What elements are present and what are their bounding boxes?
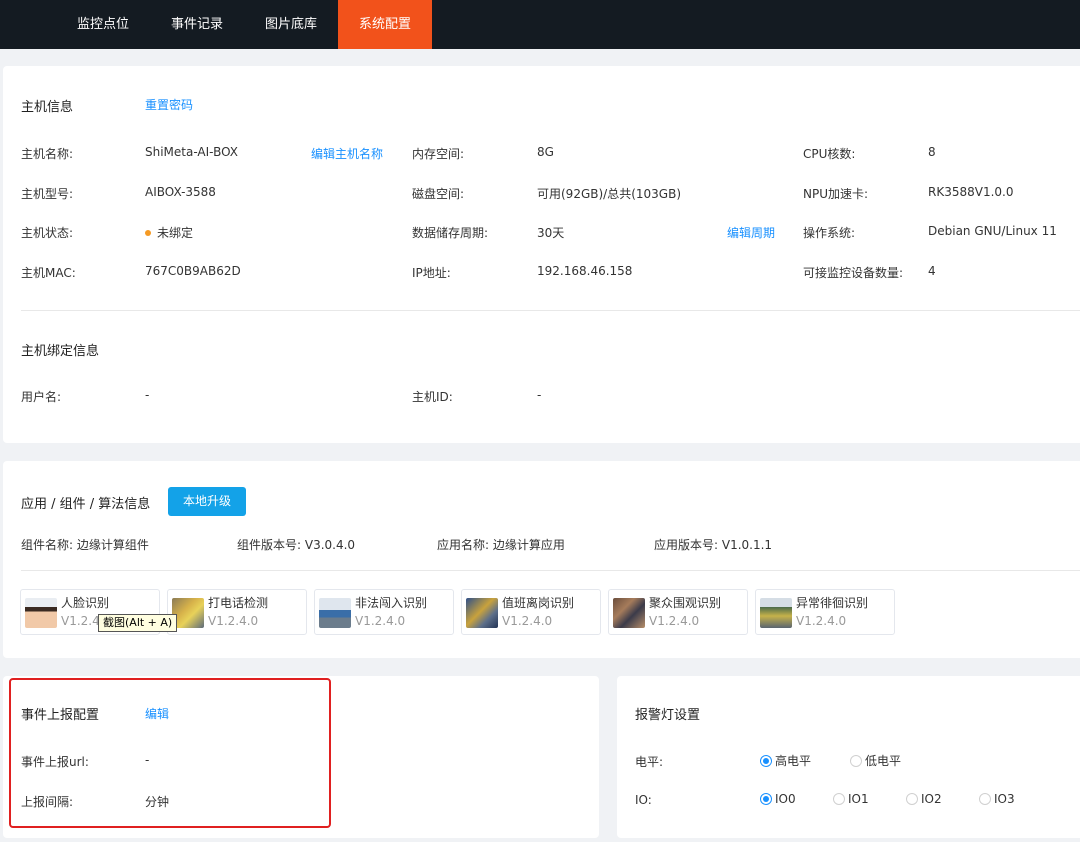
nav-item-image-library[interactable]: 图片底库 [245, 0, 337, 49]
host-id-value: - [537, 388, 542, 402]
username-value: - [145, 388, 150, 402]
host-info-card [3, 66, 1080, 443]
npu-value: RK3588V1.0.0 [928, 185, 1014, 199]
algorithm-card-intrusion[interactable]: 非法闯入识别 V1.2.4.0 [314, 589, 454, 635]
memory-label: 内存空间: [412, 147, 465, 161]
host-divider [21, 310, 1080, 311]
algorithm-version: V1.2.4.0 [355, 614, 406, 628]
algorithm-name: 打电话检测 [208, 596, 269, 610]
disk-label: 磁盘空间: [412, 187, 465, 201]
algorithm-name: 非法闯入识别 [355, 596, 428, 610]
radio-label: IO2 [921, 792, 942, 806]
host-name-label: 主机名称: [21, 147, 74, 161]
host-model-value: AIBOX-3588 [145, 185, 216, 199]
algorithm-card-loitering[interactable]: 异常徘徊识别 V1.2.4.0 [755, 589, 895, 635]
radio-high-level[interactable]: 高电平 [760, 752, 811, 769]
algorithm-name: 人脸识别 [61, 596, 110, 610]
radio-label: IO0 [775, 792, 796, 806]
host-model-label: 主机型号: [21, 187, 74, 201]
loitering-thumbnail-icon [760, 598, 792, 628]
highlight-box [9, 678, 331, 828]
algorithm-name: 异常徘徊识别 [796, 596, 869, 610]
radio-label: 高电平 [775, 754, 812, 768]
radio-checked-icon [760, 755, 772, 767]
host-status-badge: 未绑定 [145, 224, 193, 241]
edit-retention-link[interactable]: 编辑周期 [727, 224, 775, 241]
crowd-thumbnail-icon [613, 598, 645, 628]
radio-label: 低电平 [865, 754, 902, 768]
alarm-light-title: 报警灯设置 [635, 708, 701, 723]
host-id-label: 主机ID: [412, 390, 453, 404]
algorithm-version: V1.2.4 [61, 614, 100, 628]
component-name: 组件名称: 边缘计算组件 [21, 538, 149, 552]
retention-label: 数据储存周期: [412, 226, 489, 240]
algorithm-card-phone[interactable]: 打电话检测 V1.2.4.0 [167, 589, 307, 635]
component-version: 组件版本号: V3.0.4.0 [237, 538, 356, 552]
ip-value: 192.168.46.158 [537, 264, 633, 278]
local-upgrade-button[interactable]: 本地升级 [168, 487, 246, 516]
algorithm-version: V1.2.4.0 [796, 614, 847, 628]
status-dot-icon [145, 230, 151, 236]
host-mac-value: 767C0B9AB62D [145, 264, 241, 278]
devices-label: 可接监控设备数量: [803, 266, 904, 280]
radio-io3[interactable]: IO3 [979, 792, 1015, 806]
algorithm-name: 值班离岗识别 [502, 596, 575, 610]
disk-value: 可用(92GB)/总共(103GB) [537, 187, 682, 201]
app-version: 应用版本号: V1.0.1.1 [654, 538, 773, 552]
host-status-label: 主机状态: [21, 226, 74, 240]
algorithm-version: V1.2.4.0 [208, 614, 259, 628]
algorithm-version: V1.2.4.0 [649, 614, 700, 628]
os-label: 操作系统: [803, 226, 856, 240]
ip-label: IP地址: [412, 266, 451, 280]
off-duty-thumbnail-icon [466, 598, 498, 628]
nav-item-event-records[interactable]: 事件记录 [150, 0, 244, 49]
devices-value: 4 [928, 264, 936, 278]
alarm-light-card [617, 676, 1080, 838]
radio-unchecked-icon [979, 793, 991, 805]
host-status-value: 未绑定 [157, 226, 194, 240]
top-nav-bar: 监控点位 事件记录 图片底库 系统配置 [0, 0, 1080, 49]
level-label: 电平: [635, 755, 664, 769]
radio-unchecked-icon [850, 755, 862, 767]
radio-unchecked-icon [906, 793, 918, 805]
memory-value: 8G [537, 145, 554, 159]
radio-label: IO1 [848, 792, 869, 806]
cpu-label: CPU核数: [803, 147, 856, 161]
apps-divider [21, 570, 1080, 571]
radio-io1[interactable]: IO1 [833, 792, 869, 806]
screenshot-tooltip: 截图(Alt + A) [98, 614, 178, 632]
nav-item-system-config[interactable]: 系统配置 [338, 0, 432, 49]
algorithm-card-off-duty[interactable]: 值班离岗识别 V1.2.4.0 [461, 589, 601, 635]
algorithm-card-crowd[interactable]: 聚众围观识别 V1.2.4.0 [608, 589, 748, 635]
npu-label: NPU加速卡: [803, 187, 869, 201]
host-name-value: ShiMeta-AI-BOX [145, 145, 238, 159]
radio-checked-icon [760, 793, 772, 805]
apps-title: 应用 / 组件 / 算法信息 [21, 497, 151, 512]
algorithm-version: V1.2.4.0 [502, 614, 553, 628]
io-label: IO: [635, 793, 652, 807]
radio-unchecked-icon [833, 793, 845, 805]
intrusion-thumbnail-icon [319, 598, 351, 628]
face-thumbnail-icon [25, 598, 57, 628]
radio-io0[interactable]: IO0 [760, 792, 796, 806]
algorithm-name: 聚众围观识别 [649, 596, 722, 610]
radio-label: IO3 [994, 792, 1015, 806]
radio-low-level[interactable]: 低电平 [850, 752, 901, 769]
binding-info-title: 主机绑定信息 [21, 344, 100, 359]
cpu-value: 8 [928, 145, 936, 159]
retention-value: 30天 [537, 226, 565, 240]
host-info-title: 主机信息 [21, 100, 74, 115]
radio-io2[interactable]: IO2 [906, 792, 942, 806]
edit-host-name-link[interactable]: 编辑主机名称 [311, 145, 383, 162]
reset-password-link[interactable]: 重置密码 [145, 96, 193, 113]
os-value: Debian GNU/Linux 11 [928, 224, 1057, 238]
nav-item-monitor-points[interactable]: 监控点位 [57, 0, 149, 49]
host-mac-label: 主机MAC: [21, 266, 76, 280]
username-label: 用户名: [21, 390, 62, 404]
app-name: 应用名称: 边缘计算应用 [437, 538, 565, 552]
